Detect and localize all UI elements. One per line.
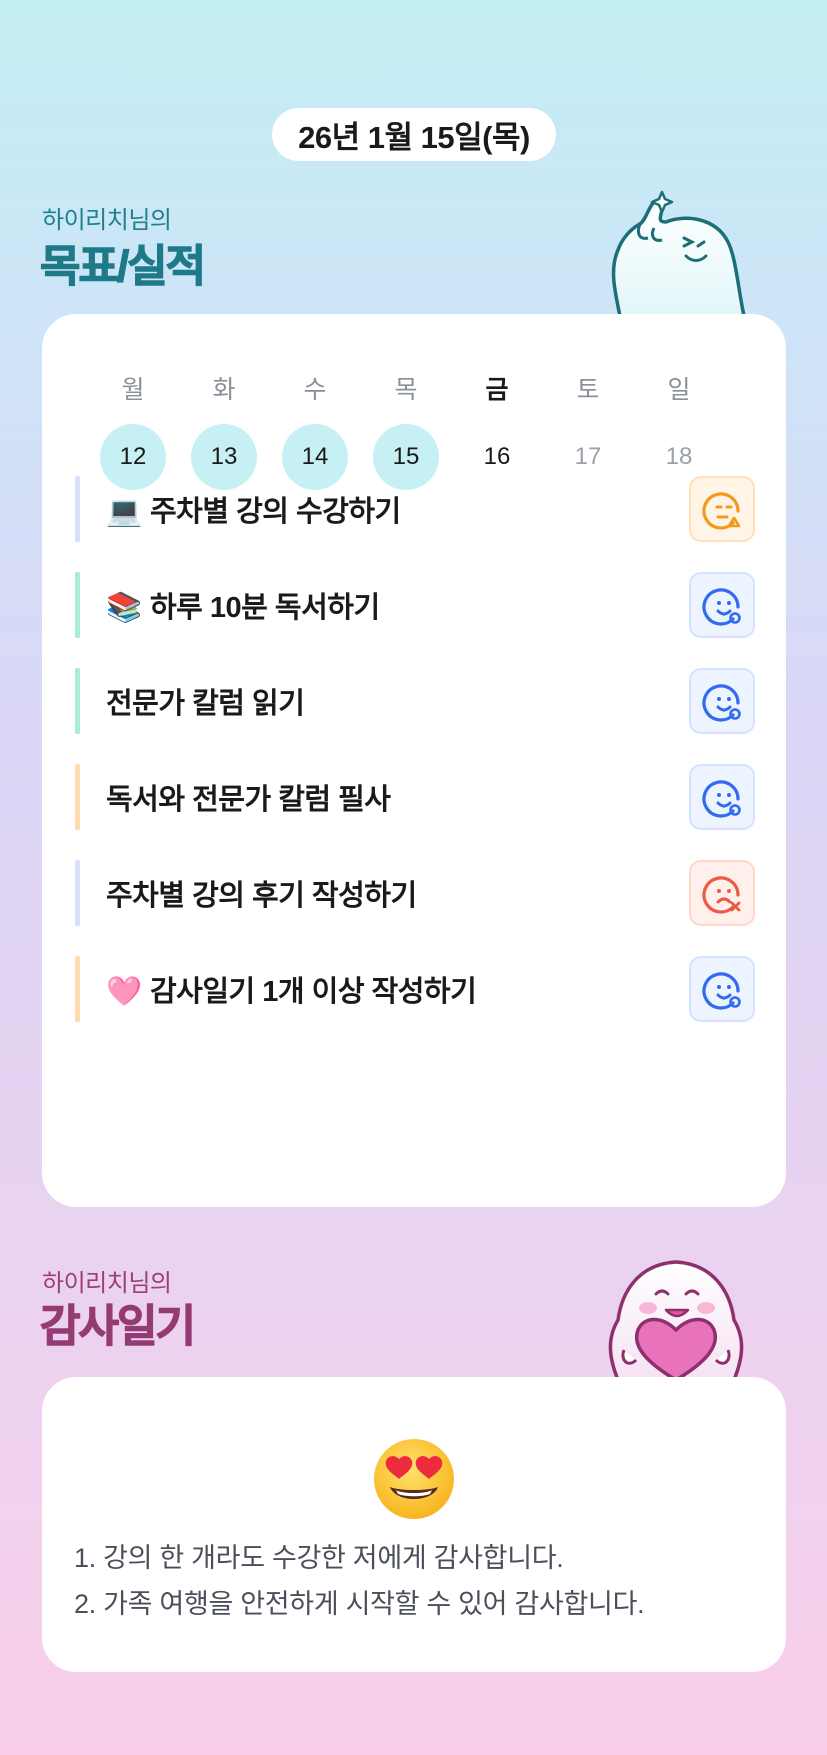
day-name: 목	[394, 376, 418, 404]
day-name: 토	[576, 376, 600, 404]
goal-row[interactable]: 📚 하루 10분 독서하기	[75, 572, 755, 638]
goal-category-bar	[75, 476, 80, 542]
goal-label: 주차별 강의 후기 작성하기	[106, 872, 689, 914]
sad-x-icon	[700, 871, 744, 915]
goal-status-button[interactable]	[689, 956, 755, 1022]
mascot-heart-icon	[608, 1260, 744, 1380]
gratitude-item: 1. 강의 한 개라도 수강한 저에게 감사합니다.	[74, 1543, 564, 1573]
day-column[interactable]: 일 18	[646, 370, 712, 490]
day-column[interactable]: 금 16	[464, 370, 530, 490]
goal-status-button[interactable]	[689, 860, 755, 926]
gratitude-item: 2. 가족 여행을 안전하게 시작할 수 있어 감사합니다.	[74, 1589, 645, 1619]
day-column[interactable]: 토 17	[555, 370, 621, 490]
date-label: 26년 1월 15일(목)	[298, 120, 530, 155]
gratitude-title: 감사일기	[39, 1301, 196, 1351]
day-name: 수	[303, 376, 327, 404]
goal-text: 감사일기 1개 이상 작성하기	[150, 976, 477, 1008]
day-name: 금	[485, 376, 509, 404]
goal-text: 주차별 강의 수강하기	[150, 496, 401, 528]
day-name: 월	[121, 376, 145, 404]
smile-circle-icon	[700, 679, 744, 723]
goal-label: 💻 주차별 강의 수강하기	[106, 488, 689, 530]
goal-status-button[interactable]	[689, 764, 755, 830]
goal-category-bar	[75, 668, 80, 734]
goal-status-button[interactable]	[689, 572, 755, 638]
goal-category-bar	[75, 764, 80, 830]
smile-circle-icon	[700, 583, 744, 627]
goal-emoji: 🩷	[106, 976, 142, 1008]
gratitude-card: 1. 강의 한 개라도 수강한 저에게 감사합니다. 2. 가족 여행을 안전하…	[42, 1377, 786, 1672]
goal-emoji: 📚	[106, 592, 142, 624]
goal-row[interactable]: 전문가 칼럼 읽기	[75, 668, 755, 734]
mascot-thumbs-up-icon	[611, 190, 746, 316]
goal-status-button[interactable]	[689, 668, 755, 734]
goal-label: 전문가 칼럼 읽기	[106, 680, 689, 722]
day-name: 화	[212, 376, 236, 404]
smile-circle-icon	[700, 775, 744, 819]
week-calendar: 월 12 화 13 수 14 목 15 금 16 토 17 일 18	[100, 370, 712, 490]
goal-text: 하루 10분 독서하기	[150, 592, 380, 624]
goal-row[interactable]: 🩷 감사일기 1개 이상 작성하기	[75, 956, 755, 1022]
day-column[interactable]: 화 13	[191, 370, 257, 490]
goal-label: 🩷 감사일기 1개 이상 작성하기	[106, 968, 689, 1010]
goal-text: 전문가 칼럼 읽기	[106, 688, 305, 720]
goal-status-button[interactable]	[689, 476, 755, 542]
goal-label: 독서와 전문가 칼럼 필사	[106, 776, 689, 818]
date-pill: 26년 1월 15일(목)	[272, 108, 556, 161]
goal-row[interactable]: 주차별 강의 후기 작성하기	[75, 860, 755, 926]
smile-triangle-icon	[700, 487, 744, 531]
goals-card: 월 12 화 13 수 14 목 15 금 16 토 17 일 18 💻 주차별 강의 수강하기 📚 하루 1…	[42, 314, 786, 1207]
gratitude-list: 1. 강의 한 개라도 수강한 저에게 감사합니다. 2. 가족 여행을 안전하…	[74, 1535, 645, 1627]
smile-circle-icon	[700, 967, 744, 1011]
heart-eyes-emoji-icon	[374, 1439, 454, 1519]
day-column[interactable]: 월 12	[100, 370, 166, 490]
goal-row[interactable]: 💻 주차별 강의 수강하기	[75, 476, 755, 542]
goal-emoji: 💻	[106, 496, 142, 528]
day-name: 일	[667, 376, 691, 404]
goals-title: 목표/실적	[39, 241, 206, 291]
goal-text: 주차별 강의 후기 작성하기	[106, 880, 417, 912]
goal-category-bar	[75, 860, 80, 926]
day-column[interactable]: 수 14	[282, 370, 348, 490]
day-column[interactable]: 목 15	[373, 370, 439, 490]
goal-row[interactable]: 독서와 전문가 칼럼 필사	[75, 764, 755, 830]
goal-category-bar	[75, 572, 80, 638]
goal-text: 독서와 전문가 칼럼 필사	[106, 784, 391, 816]
goal-category-bar	[75, 956, 80, 1022]
goal-label: 📚 하루 10분 독서하기	[106, 584, 689, 626]
